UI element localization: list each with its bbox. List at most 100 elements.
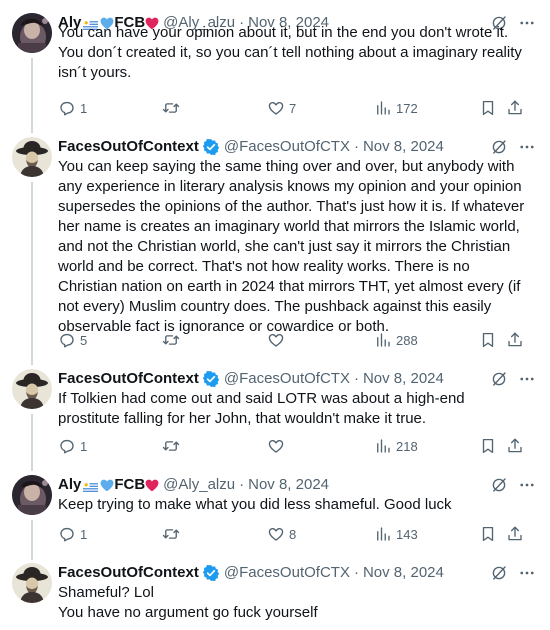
- tweet-date[interactable]: Nov 8, 2024: [248, 475, 329, 495]
- reply-icon: [58, 331, 76, 349]
- share-icon: [506, 437, 524, 455]
- avatar[interactable]: [12, 475, 52, 515]
- retweet-icon: [162, 331, 180, 349]
- tweet-body: FacesOutOfContext @FacesOutOfCTX · Nov 8, 2…: [58, 137, 538, 348]
- conversation-thread: Aly FCB @Aly_alzu · Nov 8, 2024 You can have …: [0, 0, 550, 630]
- tweet-text: Keep trying to make what you did less sh…: [58, 496, 452, 513]
- header-icons: [490, 369, 538, 389]
- like-button[interactable]: 7: [267, 98, 296, 118]
- blue-heart-icon: [100, 478, 114, 491]
- reply-button[interactable]: 5: [58, 330, 87, 350]
- bookmark-icon: [479, 331, 497, 349]
- avatar-column: [12, 369, 52, 409]
- reply-button[interactable]: 1: [58, 524, 87, 544]
- tweet-text: You can have your opinion about it, but …: [58, 24, 527, 81]
- thread-connector-line: [31, 520, 33, 560]
- share-button[interactable]: [506, 436, 524, 456]
- author-name[interactable]: FacesOutOfContext: [58, 563, 199, 583]
- reply-count: 1: [80, 438, 88, 454]
- tweet-date[interactable]: Nov 8, 2024: [363, 563, 444, 583]
- reply-button[interactable]: 1: [58, 436, 87, 456]
- retweet-button[interactable]: [162, 330, 184, 350]
- author-handle[interactable]: @Aly_alzu: [163, 475, 235, 495]
- views-icon: [374, 331, 392, 349]
- avatar[interactable]: [12, 13, 52, 53]
- tweet-body: Aly FCB @Aly_alzu · Nov 8, 2024 Keep trying t…: [58, 475, 538, 542]
- thread-connector-line: [31, 414, 33, 471]
- header-icons: [490, 137, 538, 157]
- avatar-column: [12, 137, 52, 177]
- like-count: 7: [289, 100, 297, 116]
- reply-icon: [58, 437, 76, 455]
- grok-icon[interactable]: [490, 564, 508, 582]
- share-button[interactable]: [506, 330, 524, 350]
- separator-dot: ·: [353, 564, 359, 581]
- like-button[interactable]: 8: [267, 524, 296, 544]
- grok-icon[interactable]: [490, 476, 508, 494]
- author-name[interactable]: Aly: [58, 475, 81, 495]
- author-handle[interactable]: @FacesOutOfCTX: [224, 369, 350, 389]
- like-count: 8: [289, 526, 297, 542]
- avatar[interactable]: [12, 369, 52, 409]
- like-button[interactable]: [267, 436, 289, 456]
- share-button[interactable]: [506, 98, 524, 118]
- bookmark-button[interactable]: [479, 98, 497, 118]
- bookmark-button[interactable]: [479, 436, 497, 456]
- bookmark-button[interactable]: [479, 524, 497, 544]
- views-button[interactable]: 218: [374, 436, 418, 456]
- views-button[interactable]: 172: [374, 98, 418, 118]
- retweet-button[interactable]: [162, 98, 184, 118]
- grok-icon[interactable]: [490, 138, 508, 156]
- tweet-header: FacesOutOfContext @FacesOutOfCTX · Nov 8, 2…: [58, 563, 538, 583]
- tweet-actions: 5 288: [58, 330, 538, 350]
- views-count: 172: [396, 100, 418, 116]
- views-button[interactable]: 288: [374, 330, 418, 350]
- more-icon[interactable]: [518, 138, 536, 156]
- tweet-body: FacesOutOfContext @FacesOutOfCTX · Nov 8, 2…: [58, 369, 538, 454]
- avatar[interactable]: [12, 137, 52, 177]
- more-icon[interactable]: [518, 476, 536, 494]
- views-icon: [374, 437, 392, 455]
- separator-dot: ·: [239, 476, 245, 493]
- author-name-suffix[interactable]: FCB: [114, 475, 145, 495]
- verified-badge-icon: [202, 370, 220, 388]
- share-icon: [506, 99, 524, 117]
- share-button[interactable]: [506, 524, 524, 544]
- reply-count: 5: [80, 332, 88, 348]
- avatar[interactable]: [12, 563, 52, 603]
- bookmark-button[interactable]: [479, 330, 497, 350]
- like-icon: [267, 331, 285, 349]
- tweet-actions: 1 7 172: [58, 98, 538, 118]
- tweet-actions: 1 8 143: [58, 524, 538, 544]
- separator-dot: ·: [353, 370, 359, 387]
- tweet-text: You can keep saying the same thing over …: [58, 158, 529, 335]
- retweet-button[interactable]: [162, 524, 184, 544]
- tweet-date[interactable]: Nov 8, 2024: [363, 137, 444, 157]
- thread-connector-line: [31, 58, 33, 133]
- like-icon: [267, 525, 285, 543]
- author-handle[interactable]: @FacesOutOfCTX: [224, 137, 350, 157]
- reply-icon: [58, 525, 76, 543]
- tweet-text: If Tolkien had come out and said LOTR wa…: [58, 390, 469, 427]
- views-button[interactable]: 143: [374, 524, 418, 544]
- tweet-body: FacesOutOfContext @FacesOutOfCTX · Nov 8, 2…: [58, 563, 538, 621]
- tweet-date[interactable]: Nov 8, 2024: [363, 369, 444, 389]
- like-button[interactable]: [267, 330, 289, 350]
- views-count: 288: [396, 332, 418, 348]
- tweet-header: FacesOutOfContext @FacesOutOfCTX · Nov 8, 2…: [58, 137, 538, 157]
- author-handle[interactable]: @FacesOutOfCTX: [224, 563, 350, 583]
- uruguay-flag-icon: [83, 479, 99, 493]
- bookmark-icon: [479, 99, 497, 117]
- more-icon[interactable]: [518, 564, 536, 582]
- verified-badge-icon: [202, 138, 220, 156]
- reply-count: 1: [80, 526, 88, 542]
- more-icon[interactable]: [518, 370, 536, 388]
- retweet-button[interactable]: [162, 436, 184, 456]
- share-icon: [506, 331, 524, 349]
- share-icon: [506, 525, 524, 543]
- author-name[interactable]: FacesOutOfContext: [58, 369, 199, 389]
- tweet-actions: 1 218: [58, 436, 538, 456]
- reply-button[interactable]: 1: [58, 98, 87, 118]
- author-name[interactable]: FacesOutOfContext: [58, 137, 199, 157]
- grok-icon[interactable]: [490, 370, 508, 388]
